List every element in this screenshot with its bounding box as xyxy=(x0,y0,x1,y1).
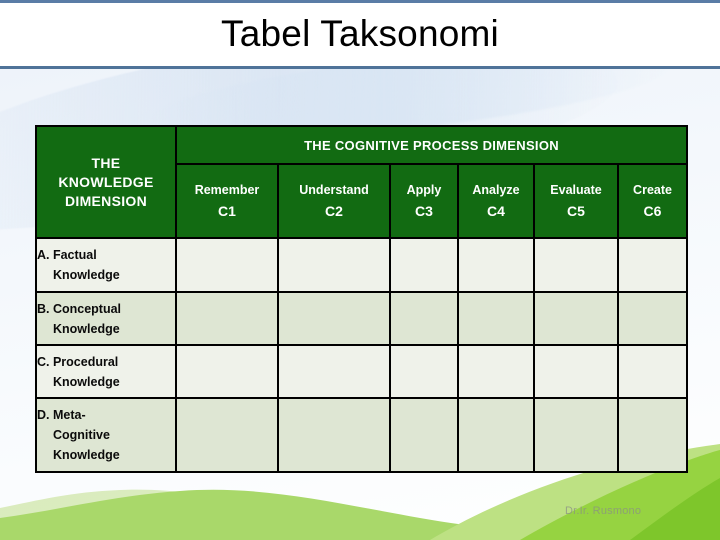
cell-meta-c1[interactable] xyxy=(175,397,279,473)
column-header-c2-code: C2 xyxy=(325,203,343,219)
column-header-c1-name: Remember xyxy=(194,183,260,197)
slide-canvas: Tabel Taksonomi Dr.Ir. Rusmono THE KNOWL… xyxy=(0,0,720,540)
knowledge-header-line-2: KNOWLEDGE xyxy=(58,173,154,190)
cognitive-process-dimension-header: THE COGNITIVE PROCESS DIMENSION xyxy=(174,125,689,165)
column-header-c6-name: Create xyxy=(633,183,672,197)
cell-procedural-c1[interactable] xyxy=(175,344,279,399)
table-row: C. Procedural Knowledge xyxy=(35,344,689,399)
column-header-c4-code: C4 xyxy=(487,203,505,219)
table-row: A. Factual Knowledge xyxy=(35,237,689,293)
cell-conceptual-c2[interactable] xyxy=(277,291,391,346)
column-header-c6: Create C6 xyxy=(616,163,689,239)
column-header-c1: Remember C1 xyxy=(175,163,279,239)
cell-conceptual-c1[interactable] xyxy=(175,291,279,346)
column-header-c2-name: Understand xyxy=(299,183,369,197)
cell-conceptual-c5[interactable] xyxy=(533,291,619,346)
column-header-c6-code: C6 xyxy=(643,203,662,219)
cell-procedural-c2[interactable] xyxy=(277,344,391,399)
cell-procedural-c3[interactable] xyxy=(389,344,459,399)
table-row: D. Meta- Cognitive Knowledge xyxy=(35,397,689,473)
taxonomy-table: THE KNOWLEDGE DIMENSION THE COGNITIVE PR… xyxy=(35,125,689,473)
cell-factual-c2[interactable] xyxy=(277,237,391,293)
cell-conceptual-c6[interactable] xyxy=(616,291,689,346)
knowledge-dimension-header: THE KNOWLEDGE DIMENSION xyxy=(35,125,177,239)
column-header-c3: Apply C3 xyxy=(389,163,459,239)
cell-factual-c4[interactable] xyxy=(457,237,535,293)
cell-procedural-c4[interactable] xyxy=(457,344,535,399)
row-header-meta-line-2: Cognitive xyxy=(53,428,110,442)
author-watermark: Dr.Ir. Rusmono xyxy=(565,505,642,517)
cell-conceptual-c3[interactable] xyxy=(389,291,459,346)
knowledge-header-line-1: THE xyxy=(91,154,121,171)
row-header-conceptual-knowledge: B. Conceptual Knowledge xyxy=(35,291,177,346)
row-header-procedural-line-2: Knowledge xyxy=(53,374,120,389)
column-header-c5-name: Evaluate xyxy=(550,183,602,197)
column-header-c4: Analyze C4 xyxy=(457,163,535,239)
row-header-factual-line-2: Knowledge xyxy=(53,268,120,282)
cell-procedural-c5[interactable] xyxy=(533,344,619,399)
row-header-meta-cognitive-knowledge: D. Meta- Cognitive Knowledge xyxy=(35,397,177,473)
column-header-c2: Understand C2 xyxy=(277,163,391,239)
cell-conceptual-c4[interactable] xyxy=(457,291,535,346)
row-header-factual-line-1: A. Factual xyxy=(37,248,97,262)
page-title: Tabel Taksonomi xyxy=(221,13,499,54)
row-header-procedural-line-1: C. Procedural xyxy=(37,354,119,369)
row-header-conceptual-line-1: B. Conceptual xyxy=(37,301,122,316)
row-header-conceptual-line-2: Knowledge xyxy=(53,321,120,336)
cell-factual-c5[interactable] xyxy=(533,237,619,293)
title-underline-rule xyxy=(0,66,720,69)
row-header-meta-line-1: D. Meta- xyxy=(37,408,86,422)
cell-procedural-c6[interactable] xyxy=(616,344,689,399)
cell-factual-c6[interactable] xyxy=(616,237,689,293)
row-header-factual-knowledge: A. Factual Knowledge xyxy=(35,237,177,293)
cell-meta-c5[interactable] xyxy=(533,397,619,473)
cell-meta-c4[interactable] xyxy=(457,397,535,473)
table-row: B. Conceptual Knowledge xyxy=(35,291,689,346)
top-rule xyxy=(0,0,720,3)
row-header-procedural-knowledge: C. Procedural Knowledge xyxy=(35,344,177,399)
table-header-row-top: THE KNOWLEDGE DIMENSION THE COGNITIVE PR… xyxy=(35,125,689,239)
column-header-c3-name: Apply xyxy=(406,183,442,197)
cell-meta-c3[interactable] xyxy=(389,397,459,473)
cell-factual-c1[interactable] xyxy=(175,237,279,293)
column-header-c5-code: C5 xyxy=(567,203,585,219)
column-header-c5: Evaluate C5 xyxy=(533,163,619,239)
column-header-c4-name: Analyze xyxy=(472,183,520,197)
cell-meta-c6[interactable] xyxy=(616,397,689,473)
knowledge-header-line-3: DIMENSION xyxy=(64,192,148,209)
row-header-meta-line-3: Knowledge xyxy=(53,448,120,462)
cell-factual-c3[interactable] xyxy=(389,237,459,293)
column-header-c3-code: C3 xyxy=(415,203,433,219)
cell-meta-c2[interactable] xyxy=(277,397,391,473)
column-header-c1-code: C1 xyxy=(218,203,236,219)
